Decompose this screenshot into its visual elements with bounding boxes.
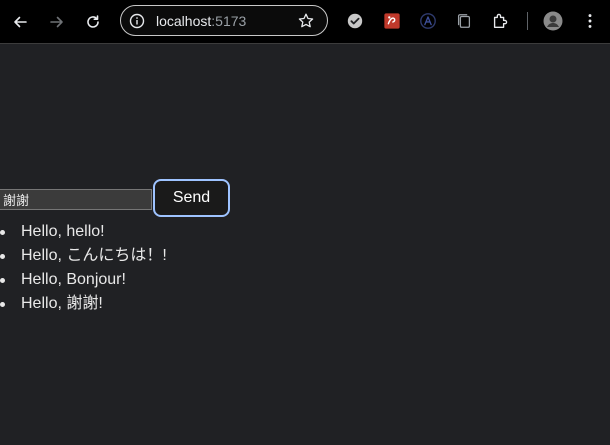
extensions-button[interactable] [490, 11, 510, 31]
avatar-icon [543, 11, 563, 31]
browser-toolbar: localhost:5173 [0, 0, 610, 44]
list-item: Hello, hello! [0, 220, 167, 244]
copy-pages-icon [457, 14, 471, 28]
extension-a-button[interactable] [418, 11, 438, 31]
site-info-icon[interactable] [128, 12, 146, 30]
extension-red-button[interactable] [382, 11, 402, 31]
toolbar-separator [527, 12, 528, 30]
puzzle-icon [493, 13, 508, 28]
star-icon[interactable] [297, 12, 315, 30]
extension-check-button[interactable] [345, 11, 365, 31]
url-text[interactable]: localhost:5173 [156, 13, 246, 29]
kebab-menu-icon [588, 14, 592, 28]
browser-menu-button[interactable] [580, 11, 600, 31]
message-input[interactable] [0, 189, 152, 210]
profile-button[interactable] [543, 11, 563, 31]
arrow-right-icon [50, 16, 63, 28]
url-port: :5173 [211, 13, 247, 29]
check-circle-icon [347, 13, 363, 29]
page-content: Send Hello, hello! Hello, こんにちは！! Hello,… [0, 45, 610, 445]
letter-a-circle-icon [420, 13, 436, 29]
reload-icon [87, 15, 99, 28]
arrow-left-icon [14, 16, 27, 28]
send-button[interactable]: Send [153, 179, 230, 217]
red-extension-icon [384, 13, 400, 29]
back-button[interactable] [8, 10, 32, 34]
reload-button[interactable] [81, 10, 105, 34]
list-item: Hello, Bonjour! [0, 268, 167, 292]
message-list: Hello, hello! Hello, こんにちは！! Hello, Bonj… [0, 220, 167, 316]
list-item: Hello, こんにちは！! [0, 244, 167, 268]
list-item: Hello, 謝謝! [0, 292, 167, 316]
url-host: localhost [156, 13, 212, 29]
address-bar[interactable]: localhost:5173 [120, 5, 328, 36]
forward-button[interactable] [45, 10, 69, 34]
extension-copy-button[interactable] [454, 11, 474, 31]
